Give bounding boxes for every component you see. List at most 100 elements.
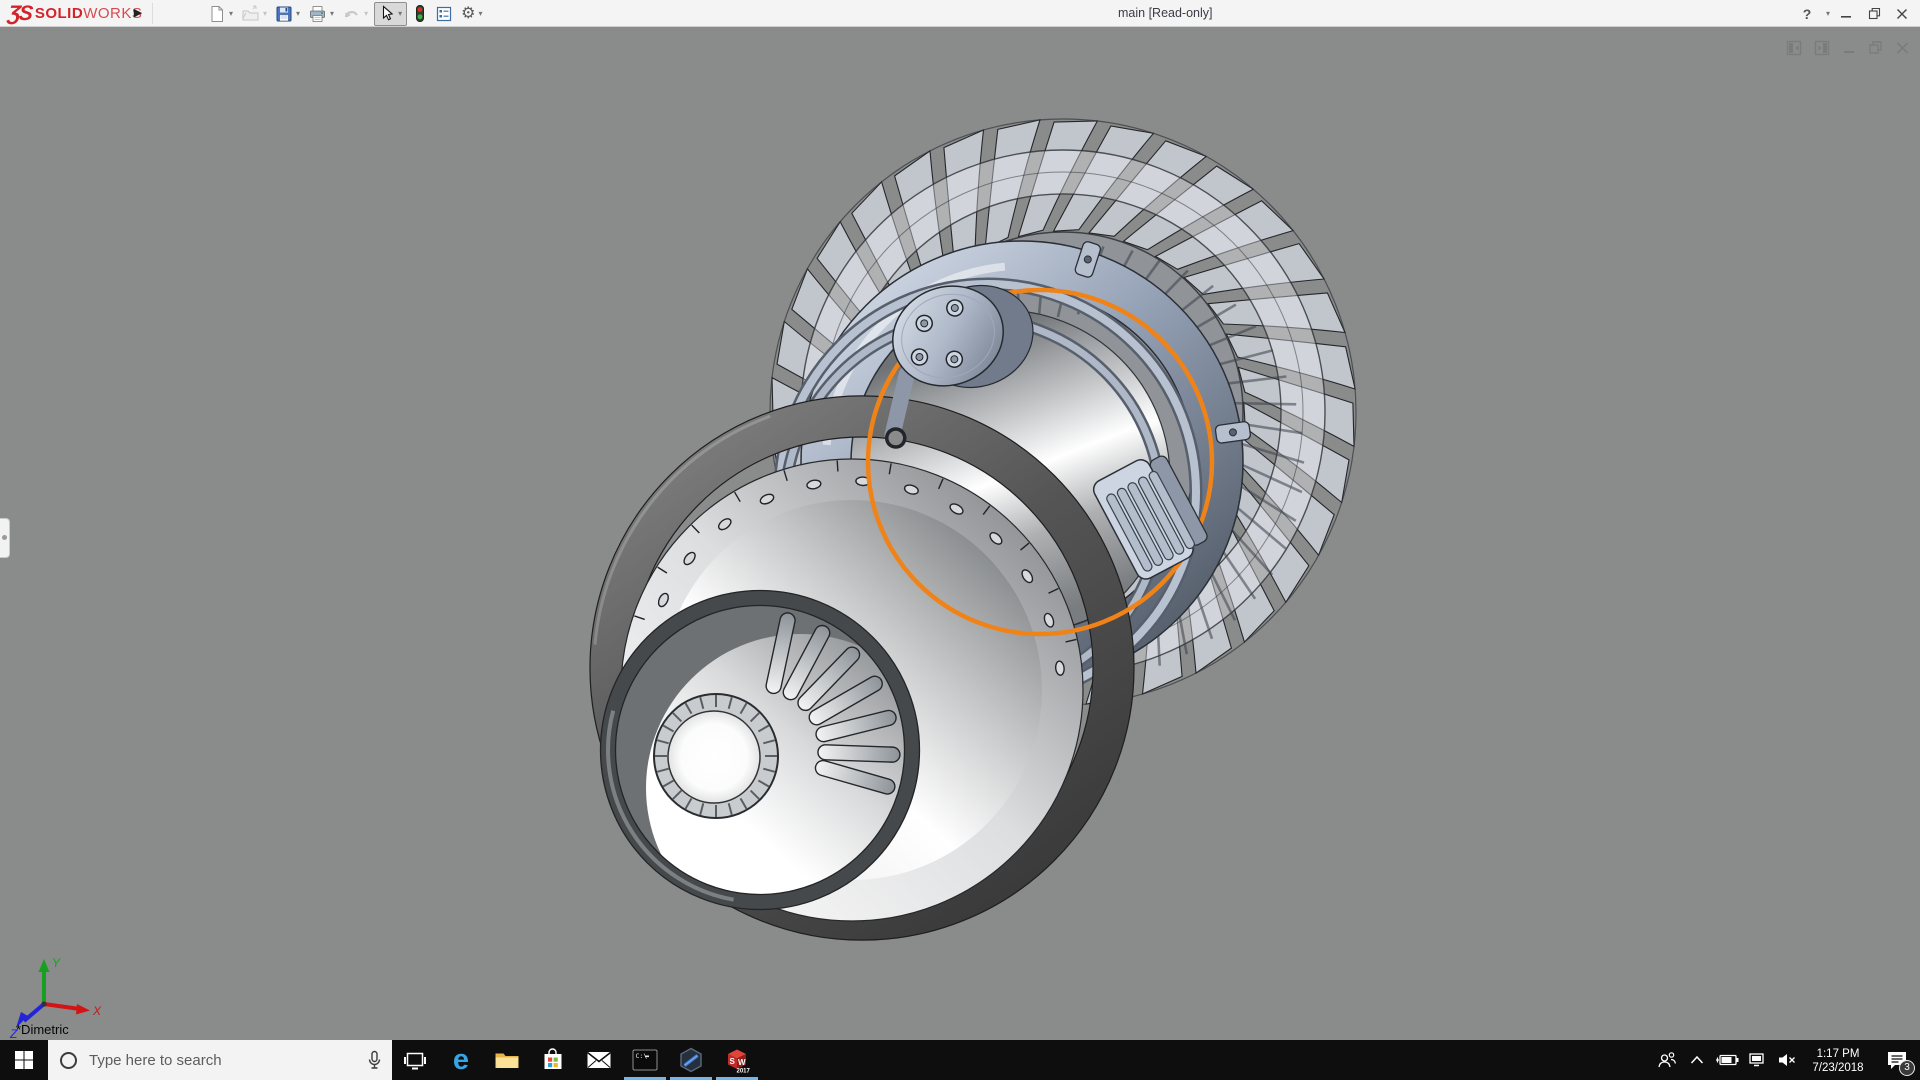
restore-button[interactable] [1862, 3, 1886, 25]
network-icon [1747, 1052, 1767, 1068]
pane-right-icon[interactable] [1814, 40, 1831, 56]
options-button[interactable]: ⚙ ▾ [459, 2, 484, 26]
command-prompt-button[interactable]: C:\ [622, 1040, 668, 1080]
chevron-up-icon [1690, 1055, 1704, 1065]
cortana-icon [60, 1052, 77, 1069]
document-window-controls [1786, 40, 1910, 56]
options-gear-icon: ⚙ [461, 6, 475, 22]
titlebar: ƷS SOLIDWORKS ▶ ▾ ▾ ▾ ▾ ▾ ▾ [0, 0, 1920, 27]
standard-toolbar: ▾ ▾ ▾ ▾ ▾ ▾ ⚙ ▾ [206, 0, 488, 27]
edrawings-hexagon-icon [678, 1047, 704, 1073]
undo-button: ▾ [340, 2, 370, 26]
edge-icon: e [453, 1046, 469, 1074]
rebuild-button[interactable] [411, 2, 429, 26]
network-button[interactable] [1742, 1040, 1772, 1080]
tray-overflow-button[interactable] [1682, 1040, 1712, 1080]
minimize-icon [1840, 8, 1852, 20]
graphics-viewport[interactable]: Y X Z *Dimetric [0, 28, 1920, 1040]
mail-icon [586, 1050, 612, 1070]
windows-taskbar: e C:\ S W 2017 [0, 1040, 1920, 1080]
doc-minimize-icon[interactable] [1842, 40, 1857, 56]
view-orientation-label: *Dimetric [16, 1022, 69, 1037]
edge-button[interactable]: e [438, 1040, 484, 1080]
system-tray: 1:17 PM 7/23/2018 3 [1652, 1040, 1920, 1080]
clock-date: 7/23/2018 [1802, 1061, 1874, 1075]
print-icon [308, 5, 327, 23]
svg-text:2017: 2017 [737, 1069, 751, 1075]
window-title: main [Read-only] [1118, 6, 1213, 20]
new-document-caret-icon[interactable]: ▾ [229, 9, 233, 18]
solidworks-logo-bold: SOLID [35, 5, 83, 22]
undo-icon [342, 5, 361, 23]
clock-time: 1:17 PM [1802, 1047, 1874, 1061]
select-caret-icon[interactable]: ▾ [398, 9, 402, 18]
microsoft-store-button[interactable] [530, 1040, 576, 1080]
close-button[interactable] [1890, 3, 1914, 25]
microphone-icon[interactable] [367, 1050, 382, 1070]
solidworks-logo: ƷS SOLIDWORKS [8, 1, 142, 26]
window-controls: ? ▾ [1795, 0, 1914, 27]
new-document-icon [208, 5, 226, 23]
triad-y-label: Y [52, 956, 61, 970]
close-icon [1896, 8, 1908, 20]
solidworks-2017-icon: S W 2017 [723, 1046, 751, 1074]
svg-text:W: W [738, 1058, 746, 1067]
battery-charging-icon [1715, 1053, 1739, 1067]
print-button[interactable]: ▾ [306, 2, 336, 26]
command-prompt-icon: C:\ [632, 1049, 658, 1071]
volume-button[interactable] [1772, 1040, 1802, 1080]
minimize-button[interactable] [1834, 3, 1858, 25]
svg-text:S: S [730, 1057, 736, 1066]
display-pane-button[interactable] [433, 2, 455, 26]
solidworks-2017-button[interactable]: S W 2017 [714, 1040, 760, 1080]
options-caret-icon[interactable]: ▾ [478, 9, 482, 18]
open-document-button[interactable]: ▾ [239, 2, 269, 26]
people-icon [1657, 1051, 1677, 1069]
notification-badge: 3 [1899, 1060, 1915, 1076]
task-view-button[interactable] [392, 1040, 438, 1080]
feature-manager-tab-dot-icon [2, 535, 7, 540]
toolbar-separator [152, 3, 153, 24]
feature-manager-collapsed-tab[interactable] [0, 518, 10, 558]
undo-caret-icon: ▾ [364, 9, 368, 18]
help-caret-icon[interactable]: ▾ [1826, 9, 1830, 18]
toolbar-flyout-arrow-icon[interactable]: ▶ [130, 4, 146, 22]
microsoft-store-icon [541, 1048, 565, 1072]
search-input[interactable] [89, 1052, 367, 1069]
print-caret-icon[interactable]: ▾ [330, 9, 334, 18]
file-explorer-icon [494, 1049, 520, 1071]
inner-splined-ring [654, 694, 778, 818]
rebuild-traffic-light-icon [413, 4, 427, 23]
new-document-button[interactable]: ▾ [206, 2, 235, 26]
help-button[interactable]: ? [1795, 3, 1819, 25]
select-tool-button[interactable]: ▾ [374, 2, 407, 26]
taskbar-search[interactable] [48, 1040, 392, 1080]
save-icon [275, 5, 293, 23]
restore-icon [1868, 7, 1881, 20]
windows-logo-icon [14, 1050, 34, 1070]
task-view-icon [403, 1049, 427, 1071]
doc-close-icon[interactable] [1895, 40, 1910, 56]
taskbar-clock[interactable]: 1:17 PM 7/23/2018 [1802, 1046, 1874, 1075]
mail-button[interactable] [576, 1040, 622, 1080]
save-caret-icon[interactable]: ▾ [296, 9, 300, 18]
battery-button[interactable] [1712, 1040, 1742, 1080]
solidworks-logo-glyph: ƷS [7, 2, 32, 26]
file-explorer-button[interactable] [484, 1040, 530, 1080]
open-document-icon [241, 5, 260, 23]
save-button[interactable]: ▾ [273, 2, 302, 26]
pane-left-icon[interactable] [1786, 40, 1803, 56]
model-canvas[interactable] [0, 28, 1920, 1040]
display-pane-icon [435, 5, 453, 23]
triad-x-label: X [92, 1004, 102, 1018]
screen: { "window": { "title": "main [Read-only]… [0, 0, 1920, 1080]
jet-engine-model[interactable] [560, 119, 1356, 960]
doc-restore-icon[interactable] [1868, 40, 1884, 56]
volume-muted-icon [1777, 1052, 1797, 1068]
action-center-button[interactable]: 3 [1874, 1040, 1920, 1080]
start-button[interactable] [0, 1040, 48, 1080]
select-cursor-icon [379, 5, 395, 22]
people-button[interactable] [1652, 1040, 1682, 1080]
open-document-caret-icon: ▾ [263, 9, 267, 18]
edrawings-button[interactable] [668, 1040, 714, 1080]
